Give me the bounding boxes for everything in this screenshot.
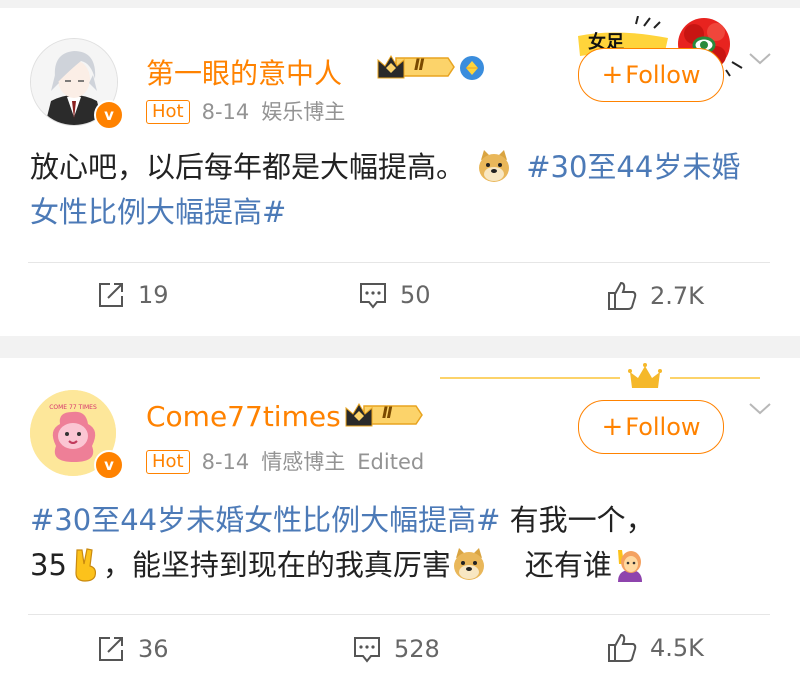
post-text: 放心吧，以后每年都是大幅提高。	[30, 150, 466, 184]
like-icon	[608, 633, 637, 662]
like-count: 2.7K	[650, 282, 704, 310]
comment-icon	[354, 637, 380, 663]
repost-icon	[99, 283, 123, 307]
diamond-badge-icon	[458, 54, 486, 82]
repost-icon	[99, 637, 123, 661]
divider	[28, 262, 770, 263]
plus-icon: +	[601, 60, 624, 90]
verified-v-icon: v	[94, 100, 124, 130]
post-text: 有我一个，	[500, 503, 655, 537]
hot-badge: Hot	[146, 450, 190, 474]
verified-v-icon: v	[94, 450, 124, 480]
repost-count: 19	[138, 281, 169, 309]
repost-button[interactable]: 19	[96, 280, 169, 310]
follow-button[interactable]: +Follow	[578, 48, 724, 102]
comment-count: 528	[394, 635, 440, 663]
user-category: 情感博主	[261, 450, 346, 474]
topic-hashtag[interactable]: #30至44岁未婚女性比例大幅提高#	[30, 503, 500, 537]
weibo-post: COME 77 TIMES v Come77times Ⅱ Hot 8-14 情感博…	[0, 358, 800, 689]
comment-count: 50	[400, 281, 431, 309]
crown-icon: Ⅱ	[376, 54, 456, 80]
username[interactable]: Come77times	[146, 400, 341, 433]
username[interactable]: 第一眼的意中人	[146, 52, 342, 92]
crown-level: Ⅱ	[382, 403, 393, 422]
post-meta: Hot 8-14 娱乐博主	[146, 96, 345, 126]
post-text: 35	[30, 548, 67, 582]
crown-decoration	[440, 362, 760, 392]
crown-level: Ⅱ	[414, 55, 425, 74]
follow-button[interactable]: +Follow	[578, 400, 724, 454]
divider	[28, 614, 770, 615]
plus-icon: +	[601, 412, 624, 442]
post-text: ，能坚持到现在的我真厉害	[102, 548, 451, 582]
victory-hand-emoji	[67, 546, 103, 582]
post-meta: Hot 8-14 情感博主 Edited	[146, 446, 424, 476]
user-category: 娱乐博主	[261, 100, 346, 124]
repost-button[interactable]: 36	[96, 634, 169, 664]
comment-icon	[360, 283, 386, 309]
follow-label: Follow	[625, 413, 701, 441]
doge-emoji	[451, 546, 487, 582]
weibo-post: 女足 v 第一眼的意中人 Ⅱ Hot 8-14 娱乐博主 +Follow 放心吧…	[0, 8, 800, 336]
post-date: 8-14	[201, 450, 250, 474]
hot-badge: Hot	[146, 100, 190, 124]
like-button[interactable]: 4.5K	[606, 632, 704, 664]
like-button[interactable]: 2.7K	[606, 280, 704, 312]
comment-button[interactable]: 50	[358, 280, 431, 310]
repost-count: 36	[138, 635, 169, 663]
post-content: #30至44岁未婚女性比例大幅提高# 有我一个， 35 ，能坚持到现在的我真厉害…	[30, 498, 760, 588]
post-content: 放心吧，以后每年都是大幅提高。 #30至44岁未婚女性比例大幅提高#	[30, 145, 760, 235]
edited-label: Edited	[357, 450, 425, 474]
chevron-down-icon[interactable]	[748, 52, 772, 66]
follow-label: Follow	[625, 61, 701, 89]
avatar-text: COME 77 TIMES	[49, 404, 97, 411]
raising-hand-emoji	[612, 546, 648, 582]
like-icon	[608, 281, 637, 310]
crown-icon: Ⅱ	[344, 402, 424, 428]
chevron-down-icon[interactable]	[748, 402, 772, 416]
doge-emoji	[476, 148, 512, 184]
post-date: 8-14	[201, 100, 250, 124]
post-text: 还有谁	[524, 548, 612, 582]
like-count: 4.5K	[650, 634, 704, 662]
comment-button[interactable]: 528	[352, 634, 440, 664]
